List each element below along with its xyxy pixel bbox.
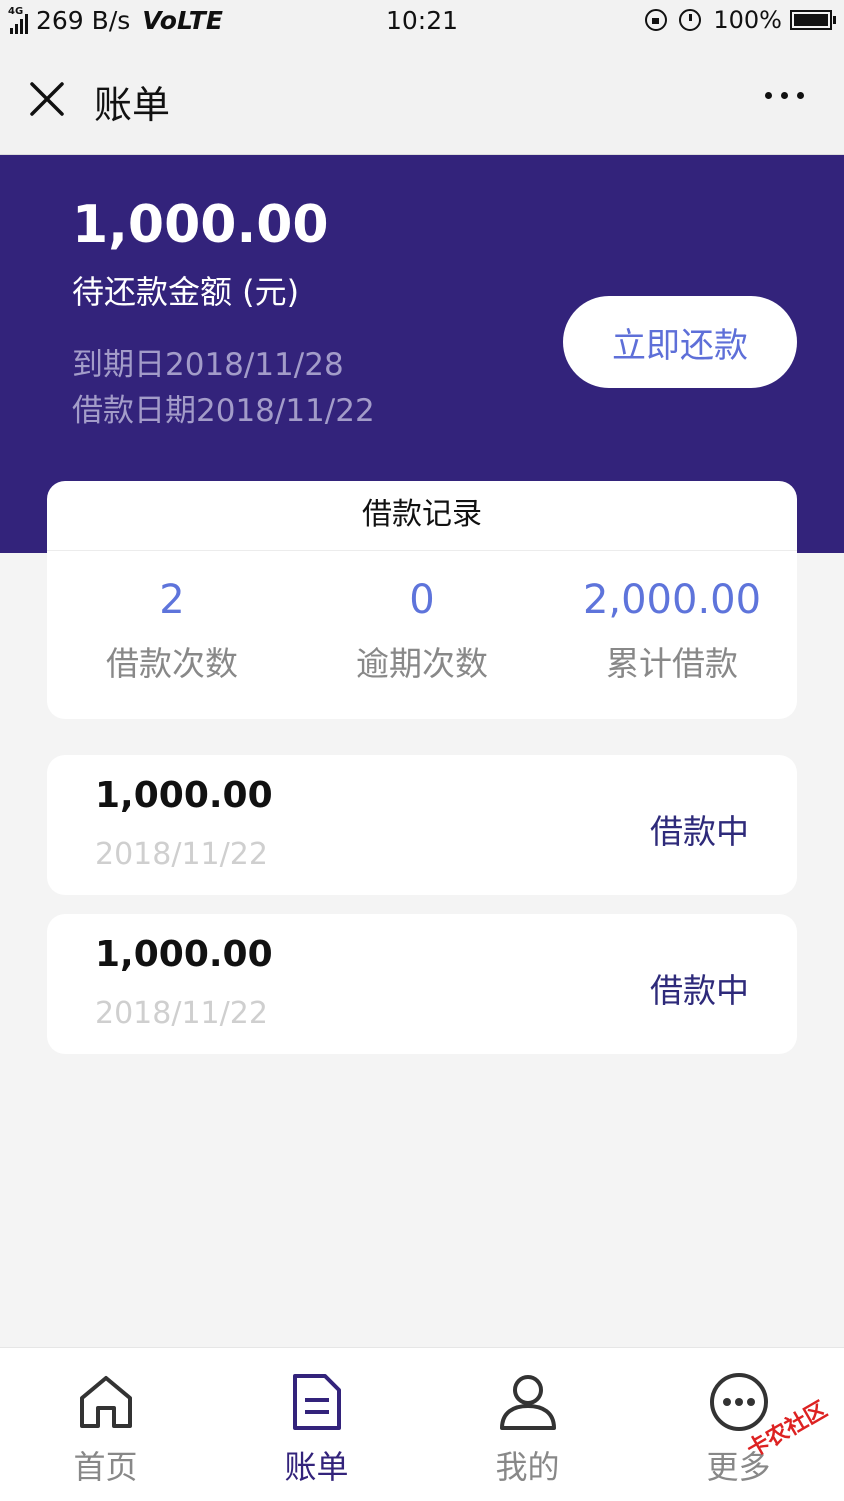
loan-stats: 2 借款次数 0 逾期次数 2,000.00 累计借款 <box>47 551 797 685</box>
more-icon[interactable] <box>756 92 804 99</box>
loan-item-amount: 1,000.00 <box>95 934 273 975</box>
nav-bar: 账单 <box>0 46 844 155</box>
stat-total-loan: 2,000.00 累计借款 <box>547 551 797 685</box>
tab-bill[interactable]: 账单 <box>211 1348 422 1501</box>
bottom-tab-bar: 首页 账单 我的 更多 <box>0 1347 844 1501</box>
home-icon <box>80 1376 132 1428</box>
stat-value: 2 <box>159 577 185 623</box>
loan-date: 借款日期2018/11/22 <box>72 393 375 429</box>
tab-label: 更多 <box>706 1448 771 1486</box>
loan-item-date: 2018/11/22 <box>95 837 268 872</box>
user-icon <box>500 1375 556 1430</box>
battery-icon <box>790 10 836 30</box>
loan-item-date: 2018/11/22 <box>95 996 268 1031</box>
pending-amount-label: 待还款金额 (元) <box>72 273 300 311</box>
loan-list-item[interactable]: 1,000.00 2018/11/22 借款中 <box>47 755 797 895</box>
close-icon[interactable] <box>26 78 68 120</box>
repay-now-button[interactable]: 立即还款 <box>563 296 797 388</box>
tab-label: 我的 <box>495 1448 560 1486</box>
stat-label: 累计借款 <box>606 644 738 683</box>
loan-item-amount: 1,000.00 <box>95 775 273 816</box>
tab-label: 首页 <box>73 1448 138 1486</box>
stat-label: 逾期次数 <box>356 644 488 683</box>
due-date: 到期日2018/11/28 <box>72 347 344 383</box>
pending-amount: 1,000.00 <box>72 195 329 255</box>
status-bar: 4G 269 B/s VoLTE 10:21 100% <box>0 0 844 46</box>
tab-label: 账单 <box>284 1448 349 1486</box>
stat-loan-count: 2 借款次数 <box>47 551 297 685</box>
stat-value: 0 <box>409 577 435 623</box>
loan-item-status: 借款中 <box>650 971 749 1010</box>
stat-overdue-count: 0 逾期次数 <box>297 551 547 685</box>
battery-percent: 100% <box>713 6 782 34</box>
alarm-icon <box>679 9 702 31</box>
loan-item-status: 借款中 <box>650 812 749 851</box>
bill-icon <box>293 1374 341 1430</box>
tab-home[interactable]: 首页 <box>0 1348 211 1501</box>
loan-list-item[interactable]: 1,000.00 2018/11/22 借款中 <box>47 914 797 1054</box>
tab-mine[interactable]: 我的 <box>422 1348 633 1501</box>
status-right: 100% <box>645 6 836 34</box>
loan-record-title: 借款记录 <box>47 481 797 551</box>
loan-record-card: 借款记录 2 借款次数 0 逾期次数 2,000.00 累计借款 <box>47 481 797 719</box>
stat-value: 2,000.00 <box>582 577 762 623</box>
page-title: 账单 <box>94 83 171 127</box>
stat-label: 借款次数 <box>106 644 238 683</box>
rotation-lock-icon <box>645 9 668 31</box>
